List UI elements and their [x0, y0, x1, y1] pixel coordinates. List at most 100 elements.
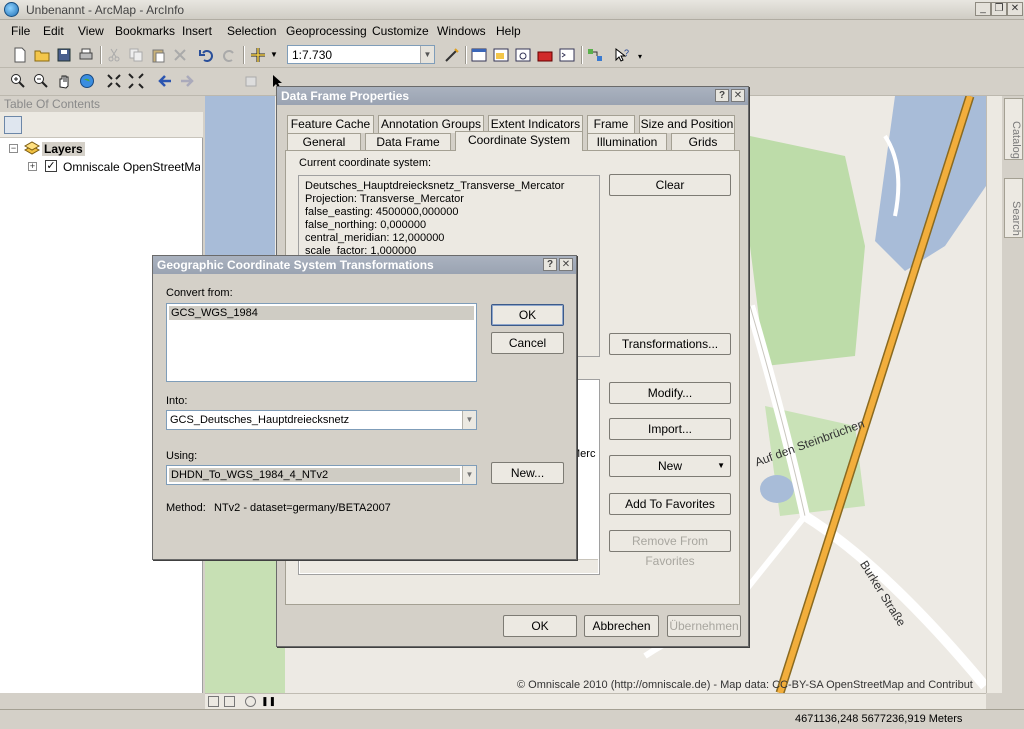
expand-layer-icon[interactable]: +	[28, 162, 37, 171]
paste-icon[interactable]	[150, 47, 166, 63]
new-document-icon[interactable]	[12, 47, 28, 63]
chevron-down-icon[interactable]: ▼	[420, 46, 434, 63]
add-to-favorites-button[interactable]: Add To Favorites	[609, 493, 731, 515]
map-scale-combo[interactable]: 1:7.730 ▼	[287, 45, 435, 64]
menu-selection[interactable]: Selection	[227, 24, 276, 38]
tab-general[interactable]: General	[287, 133, 361, 151]
whats-this-help-icon[interactable]: ?	[614, 47, 630, 63]
tab-size-and-position[interactable]: Size and Position	[639, 115, 735, 133]
import-button[interactable]: Import...	[609, 418, 731, 440]
cut-icon[interactable]	[106, 47, 122, 63]
layer-visibility-checkbox[interactable]: ✓	[45, 160, 57, 172]
coord-line: false_northing: 0,000000	[305, 219, 427, 231]
menu-help[interactable]: Help	[496, 24, 521, 38]
minimize-button[interactable]: _	[975, 2, 991, 16]
collapse-layers-icon[interactable]: −	[9, 144, 18, 153]
undo-icon[interactable]	[199, 47, 215, 63]
map-vertical-scrollbar[interactable]	[986, 96, 1002, 693]
menu-view[interactable]: View	[78, 24, 104, 38]
tab-frame[interactable]: Frame	[587, 115, 635, 133]
chevron-down-icon[interactable]: ▼	[462, 466, 476, 484]
list-by-visibility-icon[interactable]	[50, 116, 68, 134]
data-view-icon[interactable]	[208, 696, 219, 707]
add-data-dropdown-icon[interactable]: ▼	[270, 50, 278, 59]
toolbar-overflow-icon[interactable]: ▾	[638, 52, 642, 61]
add-data-icon[interactable]	[250, 47, 266, 63]
save-icon[interactable]	[56, 47, 72, 63]
forward-arrow-icon[interactable]	[179, 73, 195, 89]
map-horizontal-scrollbar[interactable]: ❚❚	[205, 693, 986, 709]
arctoolbox-icon[interactable]	[537, 47, 553, 63]
zoom-in-icon[interactable]	[10, 73, 26, 89]
redo-icon[interactable]	[221, 47, 237, 63]
search-window-icon[interactable]	[515, 47, 531, 63]
layers-icon	[24, 141, 40, 155]
menu-geoprocessing[interactable]: Geoprocessing	[286, 24, 367, 38]
abbrechen-button[interactable]: Abbrechen	[584, 615, 659, 637]
toc-window-icon[interactable]	[471, 47, 487, 63]
print-icon[interactable]	[78, 47, 94, 63]
new-button[interactable]: New ▼	[609, 455, 731, 477]
catalog-tab[interactable]: Catalog	[1004, 98, 1023, 160]
tab-grids[interactable]: Grids	[671, 133, 735, 151]
convert-from-list[interactable]: GCS_WGS_1984	[166, 303, 477, 382]
list-by-selection-icon[interactable]	[73, 116, 91, 134]
current-coord-label: Current coordinate system:	[299, 157, 432, 169]
layers-root[interactable]: Layers	[42, 142, 85, 156]
close-icon[interactable]: ✕	[731, 89, 745, 102]
toc-options-icon[interactable]	[100, 116, 118, 134]
search-tab[interactable]: Search	[1004, 178, 1023, 238]
back-arrow-icon[interactable]	[157, 73, 173, 89]
gcs-transformations-dialog: Geographic Coordinate System Transformat…	[152, 255, 577, 560]
close-icon[interactable]: ✕	[559, 258, 573, 271]
fixed-zoom-out-icon[interactable]	[128, 73, 144, 89]
menu-customize[interactable]: Customize	[372, 24, 429, 38]
catalog-window-icon[interactable]	[493, 47, 509, 63]
ok-button[interactable]: OK	[491, 304, 564, 326]
editor-toolbar-icon[interactable]	[444, 47, 460, 63]
ok-button[interactable]: OK	[503, 615, 577, 637]
tab-illumination[interactable]: Illumination	[587, 133, 667, 151]
into-combo[interactable]: GCS_Deutsches_Hauptdreiecksnetz ▼	[166, 410, 477, 430]
restore-button[interactable]: ❐	[991, 2, 1007, 16]
chevron-down-icon[interactable]: ▼	[462, 411, 476, 429]
menu-edit[interactable]: Edit	[43, 24, 64, 38]
new-transformation-button[interactable]: New...	[491, 462, 564, 484]
open-folder-icon[interactable]	[34, 47, 50, 63]
apply-button[interactable]: Übernehmen	[667, 615, 741, 637]
full-extent-globe-icon[interactable]	[79, 73, 95, 89]
cancel-button[interactable]: Cancel	[491, 332, 564, 354]
modify-button[interactable]: Modify...	[609, 382, 731, 404]
list-item[interactable]: GCS_WGS_1984	[169, 306, 474, 320]
zoom-out-icon[interactable]	[33, 73, 49, 89]
menu-file[interactable]: File	[11, 24, 30, 38]
python-window-icon[interactable]	[559, 47, 575, 63]
list-by-source-icon[interactable]	[27, 116, 45, 134]
tab-data-frame[interactable]: Data Frame	[365, 133, 451, 151]
help-icon[interactable]: ?	[543, 258, 557, 271]
tab-coordinate-system[interactable]: Coordinate System	[455, 131, 583, 151]
refresh-icon[interactable]	[245, 696, 256, 707]
using-combo[interactable]: DHDN_To_WGS_1984_4_NTv2 ▼	[166, 465, 477, 485]
clear-button[interactable]: Clear	[609, 174, 731, 196]
layout-view-icon[interactable]	[224, 696, 235, 707]
copy-icon[interactable]	[128, 47, 144, 63]
tab-feature-cache[interactable]: Feature Cache	[287, 115, 374, 133]
transformations-button[interactable]: Transformations...	[609, 333, 731, 355]
fixed-zoom-in-icon[interactable]	[106, 73, 122, 89]
select-elements-icon[interactable]	[244, 73, 260, 89]
right-dock-panel: Catalog Search	[1003, 96, 1024, 693]
list-by-drawing-order-icon[interactable]	[4, 116, 22, 134]
delete-icon[interactable]	[172, 47, 188, 63]
help-icon[interactable]: ?	[715, 89, 729, 102]
menu-insert[interactable]: Insert	[182, 24, 212, 38]
pan-hand-icon[interactable]	[56, 73, 72, 89]
layer-omniscale[interactable]: Omniscale OpenStreetMap W	[63, 160, 200, 174]
close-button[interactable]: ✕	[1007, 2, 1023, 16]
menu-windows[interactable]: Windows	[437, 24, 486, 38]
model-builder-icon[interactable]	[587, 47, 603, 63]
menu-bookmarks[interactable]: Bookmarks	[115, 24, 175, 38]
pause-drawing-icon[interactable]: ❚❚	[261, 696, 276, 707]
remove-from-favorites-button[interactable]: Remove From Favorites	[609, 530, 731, 568]
tree-horizontal-scrollbar[interactable]	[300, 559, 598, 573]
